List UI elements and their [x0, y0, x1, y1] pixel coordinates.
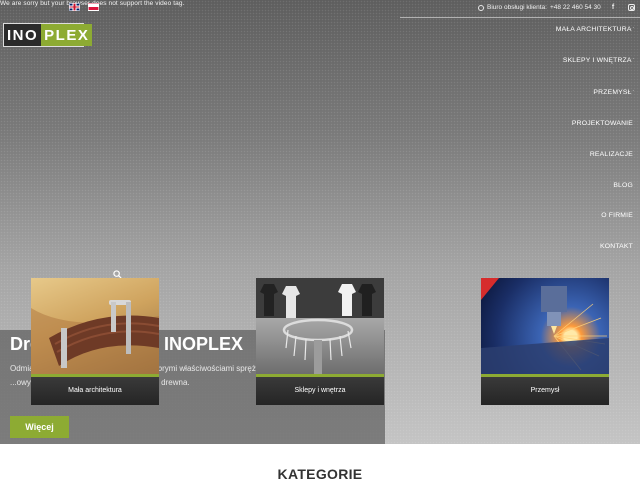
customer-service-contact: Biuro obsługi klienta: +48 22 460 54 30 — [478, 4, 601, 11]
hero-video-background: We are sorry but your browser does not s… — [0, 0, 640, 444]
nav-item-blog[interactable]: BLOG — [613, 182, 634, 189]
contact-label: Biuro obsługi klienta: — [487, 4, 547, 11]
logo-part-ino: INO — [4, 24, 42, 46]
pl-flag-icon[interactable] — [88, 3, 99, 11]
facebook-icon[interactable]: f — [606, 2, 620, 13]
inoplex-logo[interactable]: INO PLEX — [3, 23, 93, 47]
logo-part-plex: PLEX — [41, 24, 93, 46]
category-card-sklepy-i-wnetrza[interactable]: Sklepy i wnętrza — [256, 278, 384, 405]
instagram-icon[interactable] — [624, 2, 638, 13]
nav-item-mala-architektura[interactable]: MAŁA ARCHITEKTURA — [556, 26, 634, 33]
phone-icon — [478, 4, 484, 11]
category-card-przemysl[interactable]: Przemysł — [481, 278, 609, 405]
contact-phone[interactable]: +48 22 460 54 30 — [550, 4, 601, 11]
categories-heading: KATEGORIE — [277, 466, 363, 480]
category-image-laser-cutting — [481, 278, 609, 376]
nav-item-realizacje[interactable]: REALIZACJE — [590, 151, 634, 158]
uk-flag-icon[interactable] — [69, 3, 80, 11]
category-label: Przemysł — [481, 377, 609, 405]
nav-item-sklepy-i-wnetrza[interactable]: SKLEPY I WNĘTRZA — [563, 57, 634, 64]
nav-item-przemysl[interactable]: PRZEMYSŁ — [593, 89, 634, 96]
nav-item-o-firmie[interactable]: O FIRMIE — [601, 212, 634, 219]
nav-item-kontakt[interactable]: KONTAKT — [600, 243, 634, 250]
nav-item-projektowanie[interactable]: PROJEKTOWANIE — [572, 120, 634, 127]
category-label: Mała architektura — [31, 377, 159, 405]
more-button[interactable]: Więcej — [10, 416, 69, 438]
category-image-bench — [31, 278, 159, 376]
top-bar-divider — [400, 17, 640, 18]
category-card-mala-architektura[interactable]: Mała architektura — [31, 278, 159, 405]
category-label: Sklepy i wnętrza — [256, 377, 384, 405]
category-image-clothing-rack — [256, 278, 384, 376]
